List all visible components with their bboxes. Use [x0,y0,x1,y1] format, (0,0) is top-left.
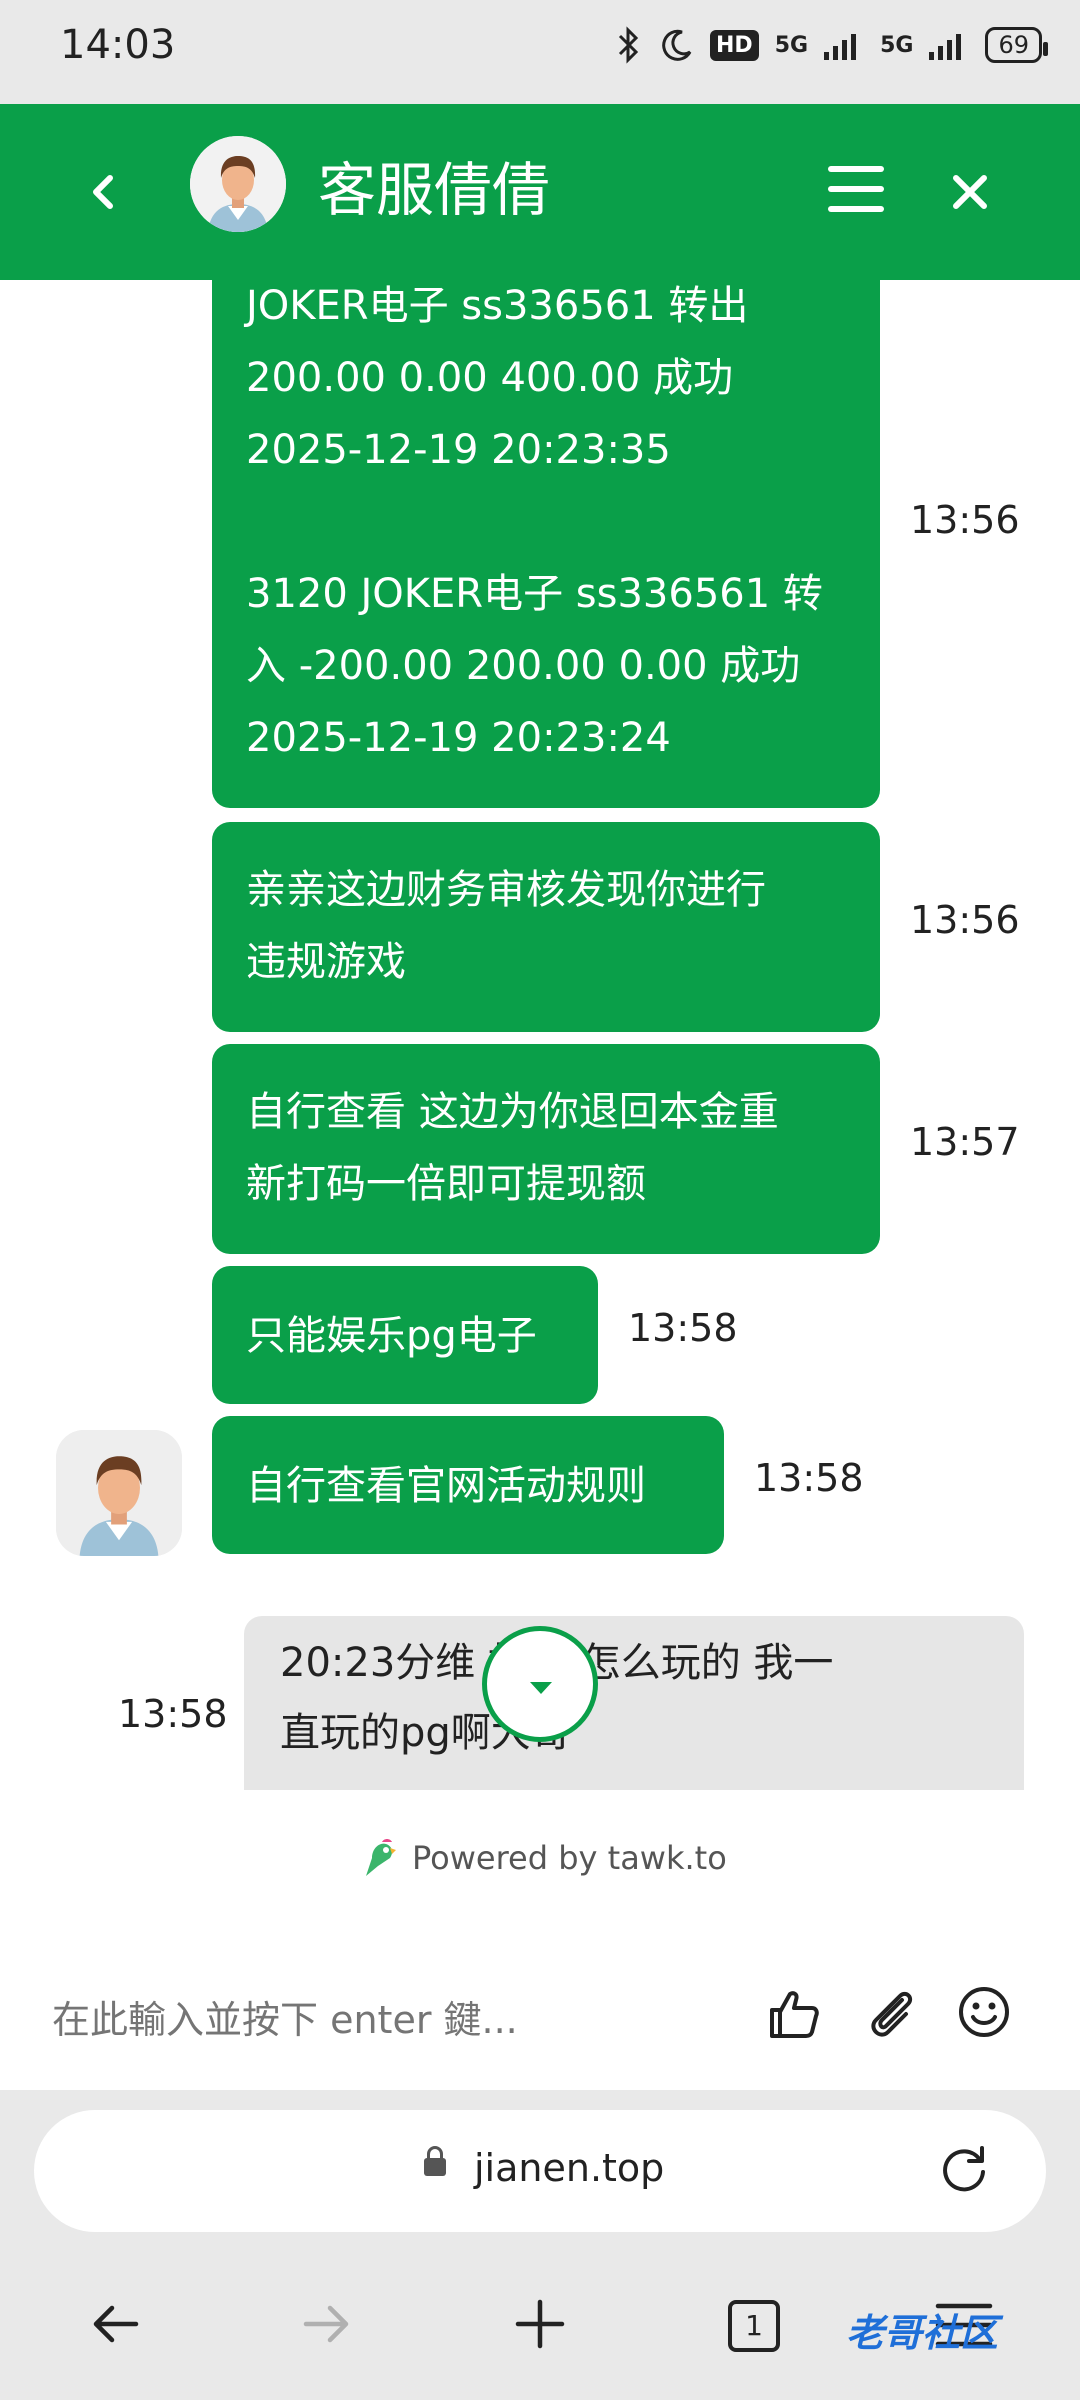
reload-icon [943,2146,985,2192]
agent-message-bubble: 自行查看官网活动规则 [212,1416,724,1554]
message-line: 违规游戏 [246,939,406,985]
agent-message-bubble: 自行查看 这边为你退回本金重 新打码一倍即可提现额 [212,1044,880,1254]
message-line: 入 -200.00 200.00 0.00 成功 [246,643,801,689]
thumbs-up-button[interactable] [766,1986,822,2042]
message-time: 13:57 [910,1120,1020,1164]
message-line [246,486,846,558]
powered-by-text: Powered by tawk.to [412,1839,727,1877]
tawk-parrot-icon [366,1839,396,1876]
message-line: 2025-12-19 20:23:24 [246,715,671,761]
message-line: 3120 JOKER电子 ss336561 转 [246,571,823,617]
thumbs-up-icon [770,1991,819,2038]
message-time: 13:56 [910,898,1020,942]
message-line: 直玩的pg啊大哥 [280,1710,571,1756]
status-icons: HD 5G 5G 69 [614,26,1048,64]
signal-icon [929,34,962,60]
lock-icon [424,2146,446,2176]
signal-5g-2: 5G [880,32,914,58]
watermark-logo: 老哥社区 [846,2311,999,2355]
powered-by[interactable]: Powered by tawk.to [356,1836,727,1880]
message-time: 13:58 [118,1692,228,1736]
agent-message-bubble: 亲亲这边财务审核发现你进行 违规游戏 [212,822,880,1032]
arrow-right-icon [303,2305,349,2343]
message-line: 自行查看官网活动规则 [246,1463,646,1509]
message-time: 13:56 [910,498,1020,542]
visitor-message-bubble: 20:23分维 故 我怎么玩的 我一 直玩的pg啊大哥 [244,1616,1024,1790]
browser-forward-button[interactable] [298,2296,354,2352]
agent-message-bubble: JOKER电子 ss336561 转出 200.00 0.00 400.00 成… [212,270,880,808]
status-time: 14:03 [60,22,176,68]
battery-icon: 69 [985,27,1048,63]
message-line: 只能娱乐pg电子 [246,1313,537,1359]
message-line: 200.00 0.00 400.00 成功 [246,355,734,401]
paperclip-icon [871,1991,913,2037]
message-time: 13:58 [754,1456,864,1500]
chat-header-overlay [0,104,1080,280]
emoji-button[interactable] [956,1984,1012,2040]
moon-icon [662,29,692,61]
hd-badge: HD [710,29,759,61]
message-line: 20:23分维 故 我怎么玩的 我一 [280,1640,834,1686]
agent-avatar [56,1430,182,1556]
agent-message-bubble: 只能娱乐pg电子 [212,1266,598,1404]
message-line: 新打码一倍即可提现额 [246,1161,646,1207]
signal-5g-1: 5G [774,32,809,58]
smiley-icon [959,1987,1009,2037]
message-line: 2025-12-19 20:23:35 [246,427,671,473]
message-line: 亲亲这边财务审核发现你进行 [246,867,766,913]
tab-switcher-button[interactable]: 1 [728,2300,780,2352]
message-line: JOKER电子 ss336561 转出 [246,283,749,329]
url-text[interactable]: jianen.top [474,2146,664,2190]
message-time: 13:58 [628,1306,738,1350]
browser-back-button[interactable] [88,2296,144,2352]
plus-icon [515,2299,565,2349]
reload-button[interactable] [936,2142,992,2198]
bluetooth-icon [618,26,639,64]
new-tab-button[interactable] [512,2296,568,2352]
message-line: 自行查看 这边为你退回本金重 [246,1089,779,1135]
arrow-left-icon [93,2305,139,2343]
scroll-to-bottom-button[interactable] [482,1626,598,1742]
signal-icon [824,34,857,60]
attach-button[interactable] [864,1986,920,2042]
avatar-icon [56,1430,182,1556]
message-input[interactable] [52,1990,712,2050]
